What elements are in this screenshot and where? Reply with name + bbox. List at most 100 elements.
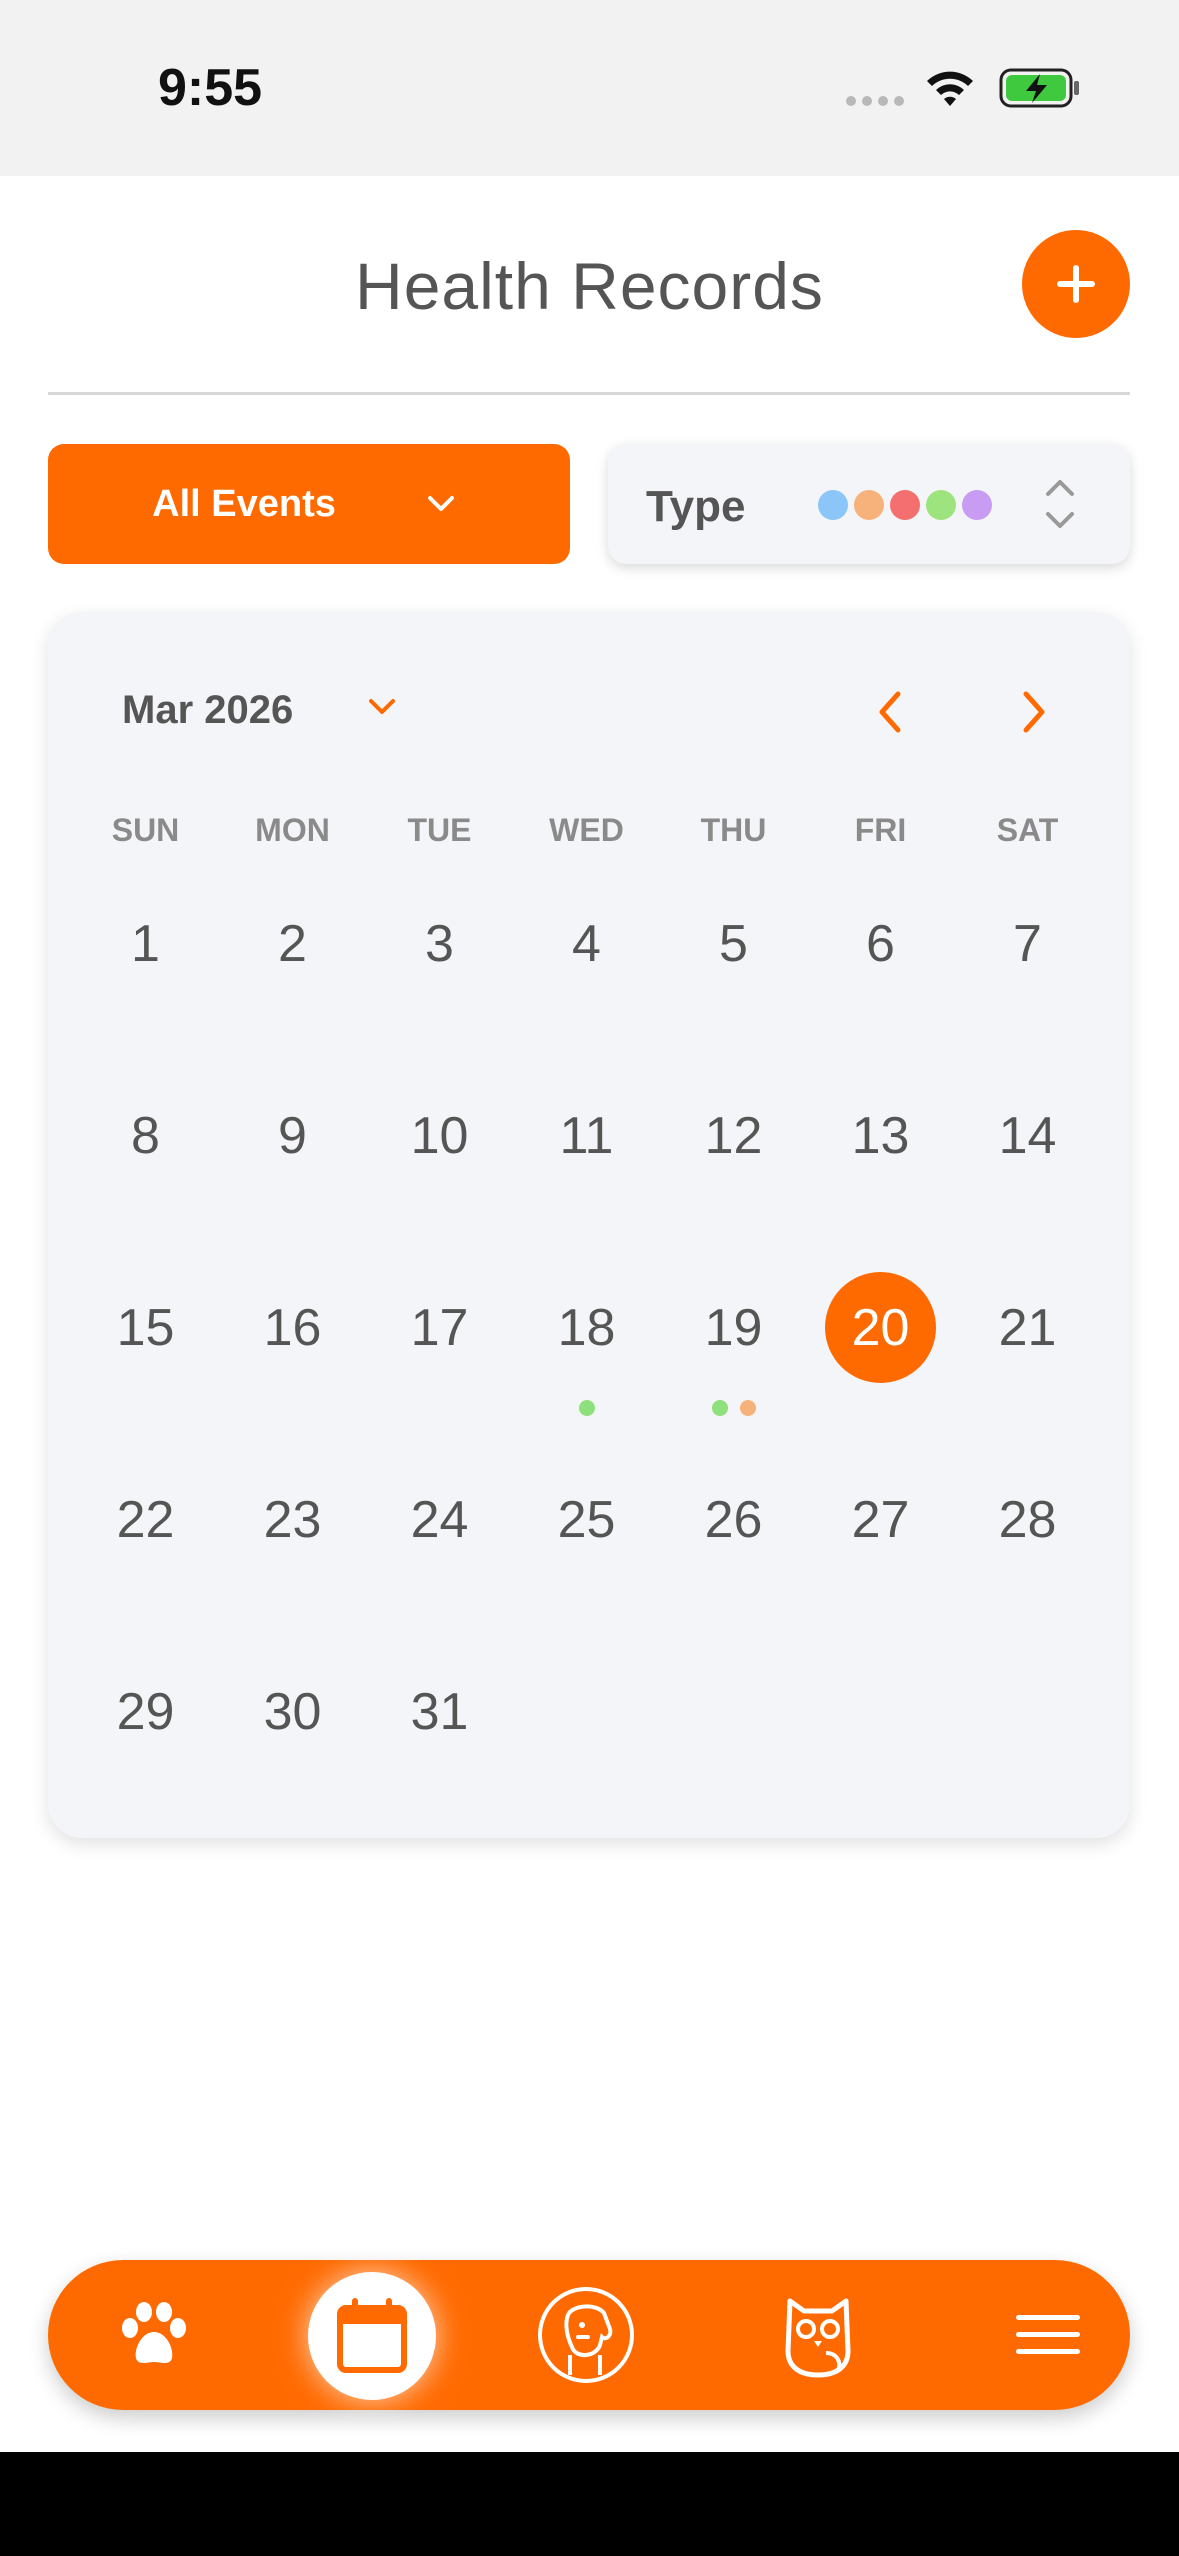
day-number: 6 bbox=[866, 914, 895, 973]
next-month-button[interactable] bbox=[1014, 686, 1054, 738]
calendar-day[interactable]: 8 bbox=[72, 1080, 219, 1200]
event-indicator-dots bbox=[660, 1400, 807, 1416]
day-number: 4 bbox=[572, 914, 601, 973]
calendar-day[interactable]: 6 bbox=[807, 888, 954, 1008]
calendar-card: Mar 2026 SUN MON TUE WED THU FRI SAT 123456789… bbox=[48, 612, 1130, 1838]
month-picker-chevron-icon[interactable] bbox=[366, 696, 398, 718]
calendar-day[interactable]: 3 bbox=[366, 888, 513, 1008]
vet-dog-icon bbox=[538, 2287, 634, 2383]
day-number: 8 bbox=[131, 1106, 160, 1165]
day-number: 29 bbox=[116, 1682, 175, 1741]
type-filter-label: Type bbox=[646, 482, 746, 531]
calendar-day[interactable]: 4 bbox=[513, 888, 660, 1008]
weekday-label: TUE bbox=[407, 812, 472, 848]
calendar-day[interactable]: 31 bbox=[366, 1656, 513, 1776]
type-filter-selector[interactable]: Type bbox=[608, 444, 1130, 564]
previous-month-button[interactable] bbox=[870, 686, 910, 738]
calendar-day[interactable]: 7 bbox=[954, 888, 1101, 1008]
calendar-day[interactable]: 2 bbox=[219, 888, 366, 1008]
event-indicator-dots bbox=[513, 1400, 660, 1416]
nav-item-vet[interactable] bbox=[536, 2260, 636, 2410]
calendar-day[interactable]: 15 bbox=[72, 1272, 219, 1392]
day-number: 31 bbox=[410, 1682, 469, 1741]
event-dot bbox=[578, 1400, 595, 1416]
calendar-day[interactable]: 30 bbox=[219, 1656, 366, 1776]
day-number: 13 bbox=[851, 1106, 910, 1165]
calendar-day[interactable]: 12 bbox=[660, 1080, 807, 1200]
calendar-day[interactable]: 21 bbox=[954, 1272, 1101, 1392]
weekday-label: THU bbox=[700, 812, 767, 848]
calendar-day[interactable]: 16 bbox=[219, 1272, 366, 1392]
month-label[interactable]: Mar 2026 bbox=[122, 688, 293, 733]
calendar-day[interactable]: 10 bbox=[366, 1080, 513, 1200]
calendar-day[interactable]: 19 bbox=[660, 1272, 807, 1416]
day-number: 10 bbox=[410, 1106, 469, 1165]
battery-charging-icon bbox=[999, 68, 1079, 108]
paw-icon bbox=[122, 2302, 186, 2363]
events-filter-dropdown[interactable]: All Events bbox=[48, 444, 570, 564]
day-number: 17 bbox=[410, 1298, 469, 1357]
day-number: 22 bbox=[116, 1490, 175, 1549]
weekday-header-row: SUN MON TUE WED THU FRI SAT bbox=[48, 812, 1130, 852]
calendar-day[interactable]: 14 bbox=[954, 1080, 1101, 1200]
bottom-navigation-bar bbox=[48, 2260, 1130, 2410]
day-number: 19 bbox=[704, 1298, 763, 1357]
header-divider bbox=[48, 392, 1130, 395]
calendar-day[interactable]: 18 bbox=[513, 1272, 660, 1416]
day-number: 3 bbox=[425, 914, 454, 973]
day-number: 12 bbox=[704, 1106, 763, 1165]
calendar-day[interactable]: 22 bbox=[72, 1464, 219, 1584]
day-number: 15 bbox=[116, 1298, 175, 1357]
calendar-day[interactable]: 28 bbox=[954, 1464, 1101, 1584]
calendar-day-selected[interactable]: 20 bbox=[807, 1272, 954, 1392]
calendar-day[interactable]: 17 bbox=[366, 1272, 513, 1392]
nav-item-pets[interactable] bbox=[104, 2260, 204, 2410]
cellular-signal-icon bbox=[846, 96, 904, 106]
day-number: 18 bbox=[557, 1298, 616, 1357]
day-number: 30 bbox=[263, 1682, 322, 1741]
chevron-down-icon bbox=[427, 496, 454, 511]
nav-item-menu[interactable] bbox=[998, 2260, 1098, 2410]
calendar-day[interactable]: 1 bbox=[72, 888, 219, 1008]
day-number: 23 bbox=[263, 1490, 322, 1549]
day-number: 25 bbox=[557, 1490, 616, 1549]
type-color-dot bbox=[926, 490, 956, 520]
nav-item-calendar[interactable] bbox=[308, 2272, 436, 2400]
wifi-icon bbox=[927, 71, 973, 106]
day-number: 2 bbox=[278, 914, 307, 973]
calendar-day[interactable]: 25 bbox=[513, 1464, 660, 1584]
calendar-day[interactable]: 9 bbox=[219, 1080, 366, 1200]
day-number: 14 bbox=[998, 1106, 1057, 1165]
calendar-icon bbox=[337, 2298, 407, 2373]
type-color-dot bbox=[818, 490, 848, 520]
status-time: 9:55 bbox=[158, 59, 263, 117]
calendar-day[interactable]: 5 bbox=[660, 888, 807, 1008]
plus-icon bbox=[1057, 265, 1095, 303]
nav-item-owl[interactable] bbox=[768, 2260, 868, 2410]
calendar-day[interactable]: 11 bbox=[513, 1080, 660, 1200]
weekday-label: MON bbox=[255, 812, 330, 848]
day-number: 24 bbox=[410, 1490, 469, 1549]
day-number: 7 bbox=[1013, 914, 1042, 973]
day-number: 28 bbox=[998, 1490, 1057, 1549]
weekday-label: WED bbox=[549, 812, 624, 848]
calendar-day[interactable]: 24 bbox=[366, 1464, 513, 1584]
calendar-day[interactable]: 23 bbox=[219, 1464, 366, 1584]
day-number: 1 bbox=[131, 914, 160, 973]
menu-icon bbox=[1016, 2315, 1080, 2354]
day-number: 27 bbox=[851, 1490, 910, 1549]
event-dot bbox=[711, 1400, 728, 1416]
type-color-dots bbox=[818, 490, 998, 520]
calendar-day[interactable]: 27 bbox=[807, 1464, 954, 1584]
calendar-day[interactable]: 13 bbox=[807, 1080, 954, 1200]
type-color-dot bbox=[890, 490, 920, 520]
status-bar: 9:55 bbox=[0, 0, 1179, 176]
day-number: 16 bbox=[263, 1298, 322, 1357]
home-indicator-area bbox=[0, 2452, 1179, 2556]
event-dot bbox=[739, 1400, 756, 1416]
add-record-button[interactable] bbox=[1022, 230, 1130, 338]
calendar-day[interactable]: 29 bbox=[72, 1656, 219, 1776]
calendar-day[interactable]: 26 bbox=[660, 1464, 807, 1584]
type-color-dot bbox=[962, 490, 992, 520]
weekday-label: SUN bbox=[111, 812, 180, 848]
